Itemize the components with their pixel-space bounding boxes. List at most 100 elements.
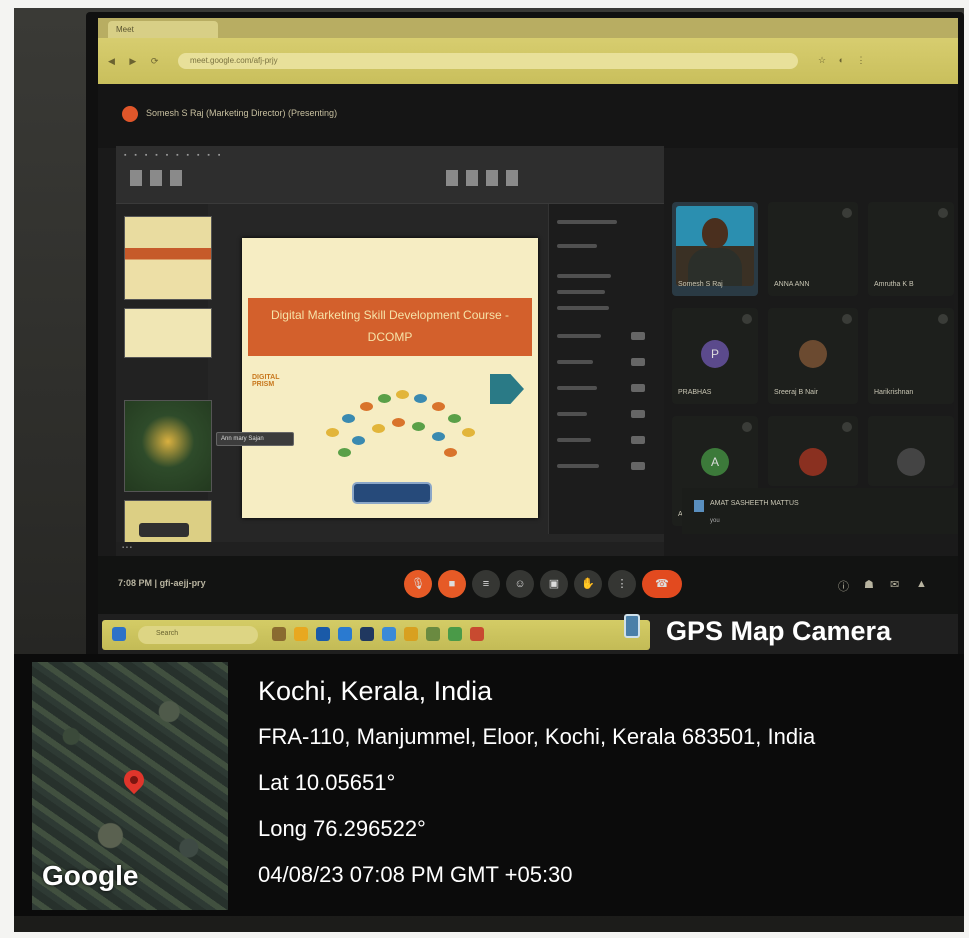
- avatar: P: [701, 340, 729, 368]
- ribbon-button[interactable]: [446, 170, 458, 186]
- participant-tile[interactable]: Sreeraj B Nair: [768, 308, 858, 404]
- ppt-status-bar: ▪ ▪ ▪: [116, 542, 664, 556]
- bubble-shape: [338, 448, 351, 457]
- store-icon[interactable]: [360, 627, 374, 641]
- panel-control[interactable]: [631, 410, 645, 418]
- panel-line: [557, 334, 601, 338]
- gps-camera-icon: [624, 614, 640, 638]
- nav-arrows-icon[interactable]: ◀ ▶ ⟳: [108, 56, 164, 67]
- panel-control[interactable]: [631, 358, 645, 366]
- slide-thumbnail[interactable]: [124, 400, 212, 492]
- meeting-code: gfi-aejj-pry: [159, 578, 206, 588]
- latitude: Lat 10.05651°: [258, 770, 396, 795]
- bubble-shape: [432, 402, 445, 411]
- participant-tile[interactable]: [768, 416, 858, 486]
- raised-hand-sub: you: [710, 518, 720, 524]
- raise-hand-button[interactable]: ✋: [574, 570, 602, 598]
- extensions-icon[interactable]: ☆ ◐ ⋮: [818, 55, 871, 66]
- captions-button[interactable]: ≡: [472, 570, 500, 598]
- bubble-shape: [444, 448, 457, 457]
- end-call-button[interactable]: ☎: [642, 570, 682, 598]
- panel-line: [557, 360, 593, 364]
- map-pin-icon: [119, 765, 149, 795]
- slide-logo: DIGITAL PRISM: [252, 374, 280, 388]
- participant-tile[interactable]: [868, 416, 954, 486]
- browser-tab[interactable]: Meet: [108, 21, 218, 38]
- panel-line: [557, 438, 591, 442]
- activities-icon[interactable]: ▲: [916, 578, 927, 590]
- powerpoint-icon[interactable]: [470, 627, 484, 641]
- meeting-time: 7:08 PM: [118, 578, 153, 588]
- slide-box: [352, 482, 432, 504]
- chrome-icon[interactable]: [448, 627, 462, 641]
- slide-thumbnails: [116, 204, 212, 556]
- browser-icon[interactable]: [338, 627, 352, 641]
- map-thumbnail: Google: [32, 662, 228, 910]
- slide-thumbnail[interactable]: [124, 216, 212, 300]
- participant-video: [676, 206, 754, 286]
- more-options-button[interactable]: ⋮: [608, 570, 636, 598]
- camera-off-button[interactable]: ■: [438, 570, 466, 598]
- taskbar-strip: Search: [102, 620, 650, 650]
- bubble-shape: [414, 394, 427, 403]
- participant-name: Sreeraj B Nair: [774, 389, 818, 396]
- people-icon[interactable]: ☗: [864, 578, 874, 591]
- mic-off-button[interactable]: 🎙: [404, 570, 432, 598]
- address-bar[interactable]: meet.google.com/afj-prjy: [178, 53, 798, 69]
- monitor-screen: Meet ◀ ▶ ⟳ meet.google.com/afj-prjy ☆ ◐ …: [98, 18, 958, 656]
- bubble-shape: [326, 428, 339, 437]
- info-icon[interactable]: ⓘ: [838, 578, 849, 594]
- panel-line: [557, 386, 597, 390]
- ribbon-button[interactable]: [466, 170, 478, 186]
- avatar: [799, 340, 827, 368]
- bubble-shape: [372, 424, 385, 433]
- ribbon-button[interactable]: [170, 170, 182, 186]
- ribbon-tabs: ▪ ▪ ▪ ▪ ▪ ▪ ▪ ▪ ▪ ▪: [124, 152, 224, 159]
- present-button[interactable]: ▣: [540, 570, 568, 598]
- raised-hand-tile[interactable]: AMAT SASHEETH MATTUS you: [682, 488, 958, 534]
- arrow-shape: [490, 374, 524, 404]
- slide-thumbnail[interactable]: [124, 308, 212, 358]
- participant-name: ANNA ANN: [774, 281, 810, 288]
- taskbar-search[interactable]: Search: [138, 626, 258, 644]
- folder-icon[interactable]: [294, 627, 308, 641]
- emoji-button[interactable]: ☺: [506, 570, 534, 598]
- ribbon-button[interactable]: [130, 170, 142, 186]
- panel-control[interactable]: [631, 384, 645, 392]
- start-icon[interactable]: [112, 627, 126, 641]
- avatar: A: [701, 448, 729, 476]
- app-icon[interactable]: [426, 627, 440, 641]
- photos-icon[interactable]: [404, 627, 418, 641]
- participant-tile[interactable]: Amrutha K B: [868, 202, 954, 296]
- panel-control[interactable]: [631, 436, 645, 444]
- ribbon-button[interactable]: [150, 170, 162, 186]
- browser-tab-strip: Meet: [98, 18, 958, 38]
- participant-tile[interactable]: Harikrishnan: [868, 308, 954, 404]
- slide-thumbnail[interactable]: [124, 500, 212, 544]
- participant-name: Harikrishnan: [874, 389, 914, 396]
- participant-tile[interactable]: Somesh S Raj: [672, 202, 758, 296]
- panel-line: [557, 412, 587, 416]
- participant-tile[interactable]: P PRABHAS: [672, 308, 758, 404]
- bubble-shape: [378, 394, 391, 403]
- mail-icon[interactable]: [382, 627, 396, 641]
- shared-screen: ▪ ▪ ▪ ▪ ▪ ▪ ▪ ▪ ▪ ▪ Digital Marketing Sk…: [116, 146, 664, 556]
- tooltip: Ann mary Sajan: [216, 432, 294, 446]
- mic-off-icon: [742, 314, 752, 324]
- participant-name: PRABHAS: [678, 389, 712, 396]
- mic-off-icon: [938, 208, 948, 218]
- bubble-shape: [412, 422, 425, 431]
- bubble-shape: [432, 432, 445, 441]
- edge-icon[interactable]: [316, 627, 330, 641]
- meeting-info: 7:08 PM | gfi-aejj-pry: [118, 578, 206, 588]
- file-explorer-icon[interactable]: [272, 627, 286, 641]
- chat-icon[interactable]: ✉: [890, 578, 899, 591]
- location-city: Kochi, Kerala, India: [258, 676, 493, 706]
- ribbon-button[interactable]: [506, 170, 518, 186]
- panel-control[interactable]: [631, 332, 645, 340]
- raised-hand-name: AMAT SASHEETH MATTUS: [710, 500, 799, 507]
- current-slide: Digital Marketing Skill Development Cour…: [242, 238, 538, 518]
- participant-tile[interactable]: ANNA ANN: [768, 202, 858, 296]
- ribbon-button[interactable]: [486, 170, 498, 186]
- panel-control[interactable]: [631, 462, 645, 470]
